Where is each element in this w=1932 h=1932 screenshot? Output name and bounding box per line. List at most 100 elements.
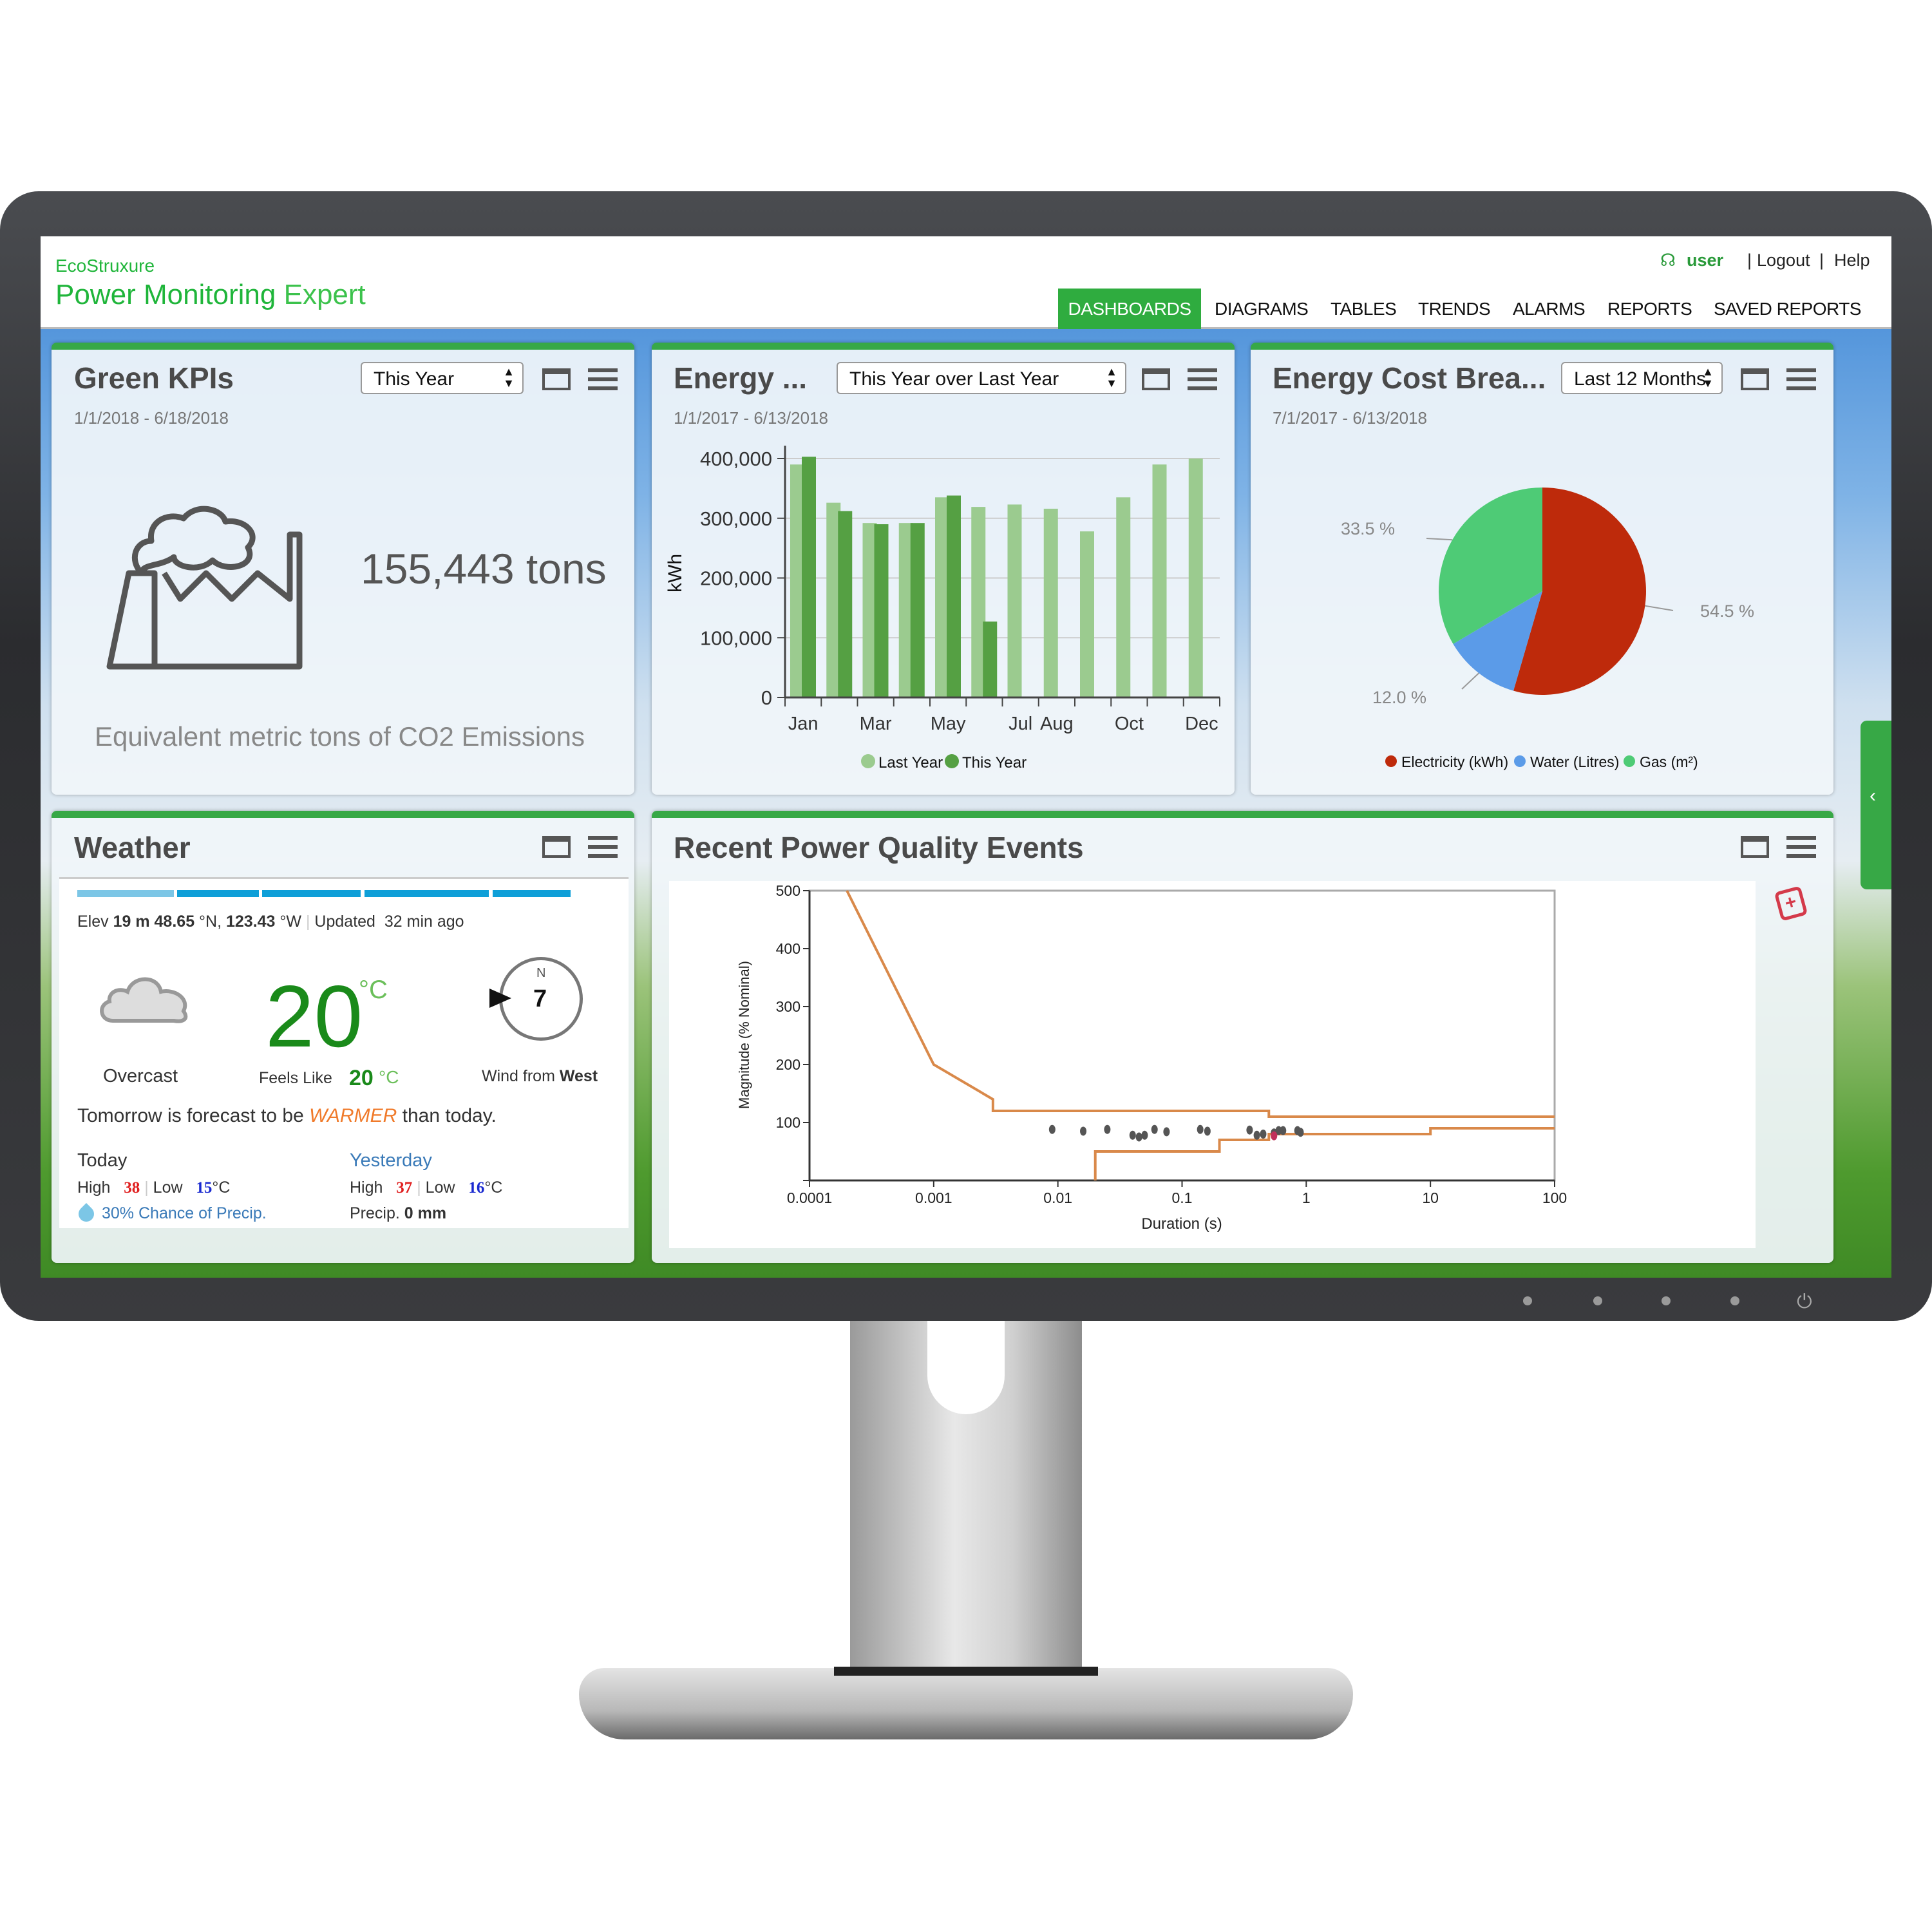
select-arrows-icon: ▲ ▼: [1106, 365, 1117, 390]
today-precip: 30% Chance of Precip.: [102, 1204, 267, 1222]
lat-unit: °N,: [199, 913, 222, 931]
select-value: Last 12 Months: [1574, 368, 1707, 390]
updated-label: Updated: [314, 913, 375, 931]
feels-like-value: 20: [349, 1066, 374, 1090]
help-link[interactable]: Help: [1834, 251, 1870, 270]
low-value: 15: [196, 1179, 213, 1197]
product-title-main: Power Monitoring: [55, 279, 276, 310]
lon-unit: °W: [279, 913, 302, 931]
kpi-caption: Equivalent metric tons of CO2 Emissions: [95, 721, 585, 752]
separator: |: [1747, 251, 1752, 270]
low-label: Low: [425, 1179, 455, 1197]
yesterday-high-low: High 37 | Low 16°C: [350, 1179, 503, 1197]
kpi-value: 155,443 tons: [361, 545, 607, 592]
weather-condition: Overcast: [103, 1066, 178, 1086]
side-panel-toggle[interactable]: ‹: [1861, 721, 1891, 889]
menu-icon[interactable]: [588, 836, 618, 858]
high-value: 37: [396, 1179, 413, 1197]
nav-tab-alarms[interactable]: ALARMS: [1513, 299, 1586, 319]
maximize-icon[interactable]: [1741, 836, 1769, 858]
period-select[interactable]: This Year over Last Year ▲ ▼: [837, 362, 1126, 394]
app-header: EcoStruxure Power Monitoring Expert ☊ us…: [41, 236, 1891, 329]
wind-info: Wind from West: [482, 1067, 598, 1086]
monitor-button[interactable]: [1593, 1296, 1602, 1305]
wind-speed: 7: [533, 985, 547, 1012]
nav-tab-trends[interactable]: TRENDS: [1418, 299, 1491, 319]
product-title-light: Expert: [283, 279, 366, 310]
menu-icon[interactable]: [1786, 836, 1816, 858]
forecast-text: Tomorrow is forecast to be WARMER than t…: [77, 1105, 497, 1127]
high-label: High: [77, 1179, 111, 1197]
maximize-icon[interactable]: [1142, 368, 1170, 390]
temperature-unit: °C: [359, 976, 388, 1004]
elev-label: Elev: [77, 913, 109, 931]
wind-direction: West: [559, 1067, 598, 1085]
panel-title: Weather: [74, 831, 191, 864]
select-value: This Year over Last Year: [849, 368, 1059, 390]
pq-chart-area: [669, 881, 1756, 1248]
today-label: Today: [77, 1150, 128, 1171]
nav-tab-saved-reports[interactable]: SAVED REPORTS: [1714, 299, 1861, 319]
feels-like-label: Feels Like: [259, 1069, 332, 1087]
forecast-bar: [493, 890, 571, 897]
ecostruxure-logo: EcoStruxure: [55, 256, 155, 276]
period-select[interactable]: Last 12 Months ▲ ▼: [1561, 362, 1723, 394]
panel-title: Energy Cost Brea...: [1273, 361, 1546, 395]
date-range: 1/1/2017 - 6/13/2018: [674, 408, 828, 428]
yesterday-label: Yesterday: [350, 1150, 432, 1171]
nav-tab-tables[interactable]: TABLES: [1331, 299, 1397, 319]
nav-tab-dashboards[interactable]: DASHBOARDS: [1058, 289, 1201, 329]
forecast-post: than today.: [402, 1105, 497, 1126]
date-range: 7/1/2017 - 6/13/2018: [1273, 408, 1427, 428]
date-range: 1/1/2018 - 6/18/2018: [74, 408, 229, 428]
high-value: 38: [124, 1179, 140, 1197]
forecast-bar: [77, 890, 174, 897]
nav-tab-reports[interactable]: REPORTS: [1607, 299, 1692, 319]
menu-icon[interactable]: [588, 368, 618, 390]
monitor-button[interactable]: [1730, 1296, 1739, 1305]
monitor-stand-base: [579, 1668, 1353, 1739]
latitude: 48.65: [154, 913, 195, 931]
today-high-low: High 38 | Low 15°C: [77, 1179, 231, 1197]
period-select[interactable]: This Year ▲ ▼: [361, 362, 524, 394]
feels-like-unit: °C: [379, 1067, 399, 1087]
monitor-button[interactable]: [1662, 1296, 1671, 1305]
maximize-icon[interactable]: [542, 836, 571, 858]
factory-icon: [106, 506, 303, 670]
monitor-button[interactable]: [1523, 1296, 1532, 1305]
precip-label: Precip.: [350, 1204, 400, 1222]
precip-value: 0 mm: [404, 1204, 447, 1222]
wind-direction-arrow-icon: [489, 989, 511, 1008]
high-label: High: [350, 1179, 383, 1197]
select-arrows-icon: ▲ ▼: [503, 365, 515, 390]
forecast-bar: [365, 890, 489, 897]
menu-icon[interactable]: [1188, 368, 1217, 390]
power-icon[interactable]: ⏻: [1797, 1291, 1812, 1313]
current-temperature: 20: [265, 967, 363, 1065]
logout-link[interactable]: Logout: [1757, 251, 1810, 270]
maximize-icon[interactable]: [542, 368, 571, 390]
forecast-bar: [177, 890, 259, 897]
forecast-word: WARMER: [309, 1105, 397, 1126]
panel-title: Recent Power Quality Events: [674, 831, 1084, 864]
forecast-bar: [262, 890, 361, 897]
stand-base-slot: [834, 1667, 1098, 1676]
location-info: Elev 19 m 48.65 °N, 123.43 °W | Updated …: [77, 913, 464, 931]
low-label: Low: [153, 1179, 183, 1197]
user-icon: ☊: [1660, 251, 1676, 270]
compass-north: N: [536, 966, 546, 980]
maximize-icon[interactable]: [1741, 368, 1769, 390]
updated-value: 32 min ago: [384, 913, 464, 931]
select-arrows-icon: ▲ ▼: [1702, 365, 1714, 390]
select-value: This Year: [374, 368, 455, 390]
cloud-icon: [100, 977, 188, 1023]
nav-tab-diagrams[interactable]: DIAGRAMS: [1215, 299, 1309, 319]
panel-title: Green KPIs: [74, 361, 234, 395]
user-link[interactable]: user: [1687, 251, 1723, 270]
panel-title: Energy ...: [674, 361, 808, 395]
unit: °C: [212, 1179, 231, 1197]
unit: °C: [484, 1179, 503, 1197]
menu-icon[interactable]: [1786, 368, 1816, 390]
elev-value: 19 m: [113, 913, 150, 931]
longitude: 123.43: [226, 913, 276, 931]
